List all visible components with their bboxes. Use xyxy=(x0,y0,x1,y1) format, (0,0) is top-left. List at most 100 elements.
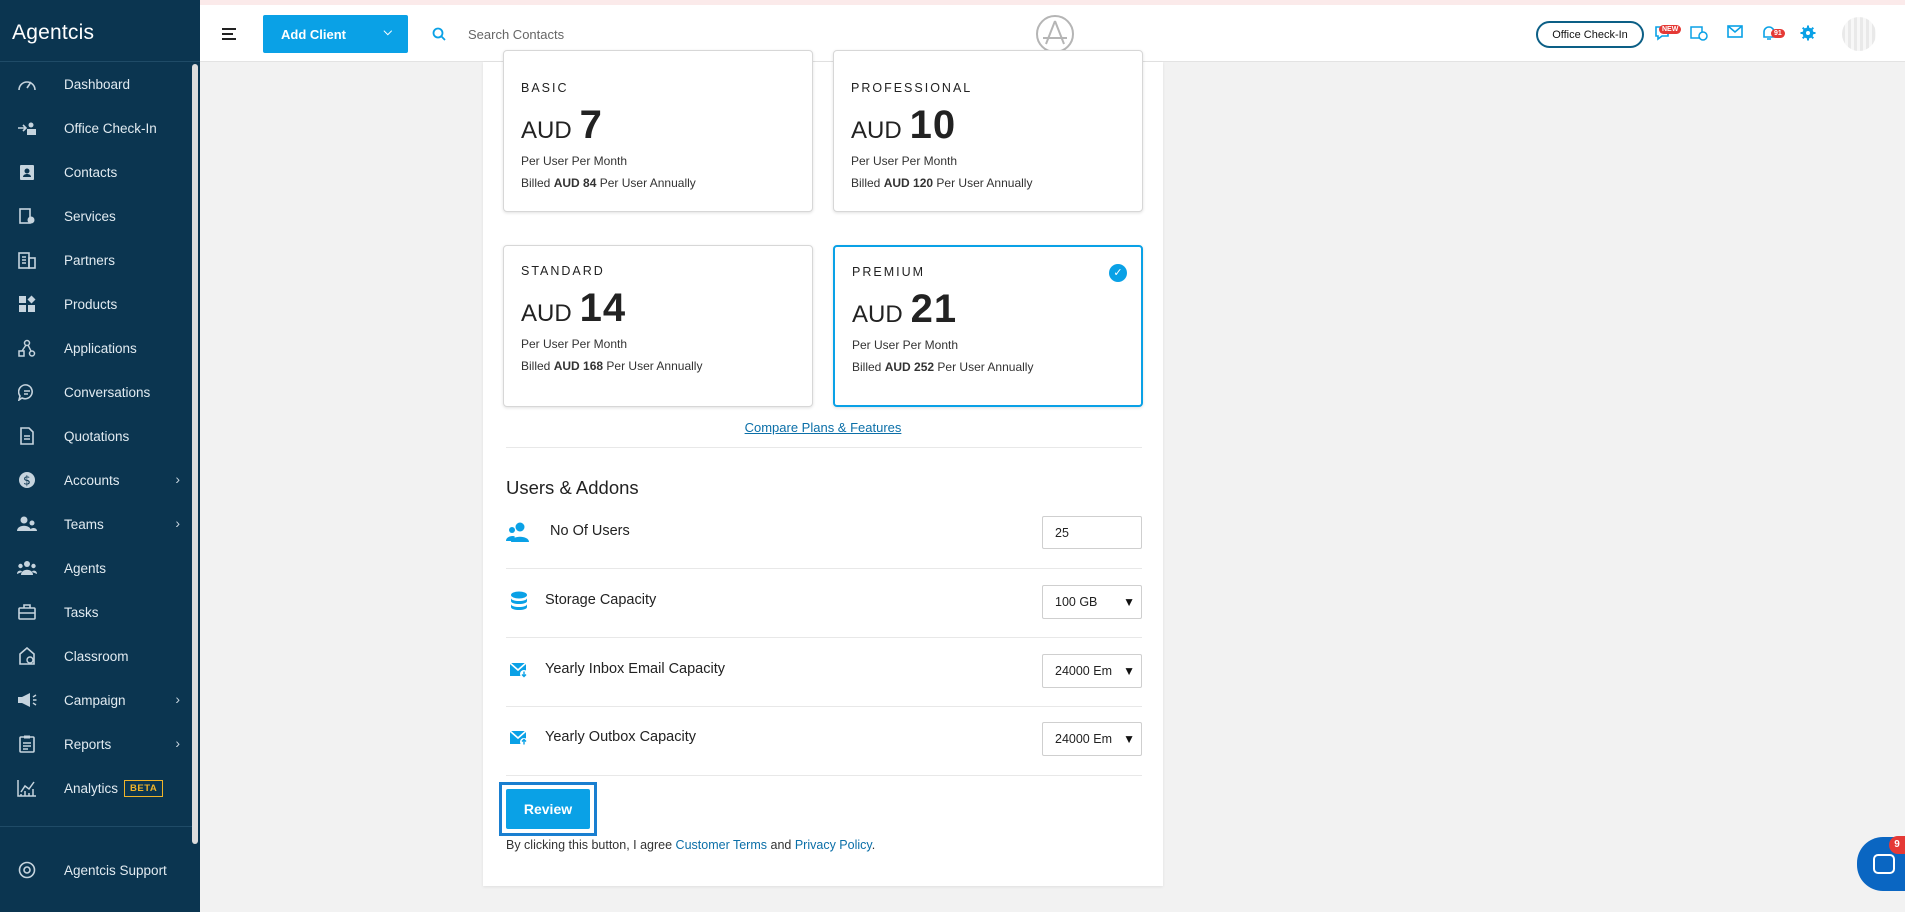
plan-name: BASIC xyxy=(521,81,569,95)
billed-suffix: Per User Annually xyxy=(599,176,696,190)
sidebar-item-label: Agents xyxy=(64,560,107,576)
chat-unread-badge: 9 xyxy=(1889,836,1905,854)
billed-prefix: Billed xyxy=(521,176,551,190)
tasks-icon xyxy=(16,601,38,623)
sidebar-item-agentcis-support[interactable]: Agentcis Support xyxy=(0,848,192,892)
sidebar-item-contacts[interactable]: Contacts xyxy=(0,150,192,194)
sidebar-item-label: Quotations xyxy=(64,428,130,444)
sidebar-item-agents[interactable]: Agents xyxy=(0,546,192,590)
sidebar-item-dashboard[interactable]: Dashboard xyxy=(0,62,192,106)
plan-per-user: Per User Per Month xyxy=(521,337,628,351)
mail-icon[interactable] xyxy=(1727,25,1743,43)
agents-icon xyxy=(16,557,38,579)
inbox-mail-icon xyxy=(506,658,532,682)
addon-label: Yearly Outbox Capacity xyxy=(545,729,696,745)
plan-billed: Billed AUD 168 Per User Annually xyxy=(521,359,795,373)
sidebar-scrollbar-thumb[interactable] xyxy=(192,64,198,844)
plan-price: AUD 7 xyxy=(521,103,795,148)
sidebar-item-applications[interactable]: Applications xyxy=(0,326,192,370)
divider xyxy=(506,637,1142,638)
plan-price: AUD 14 xyxy=(521,286,795,331)
user-avatar[interactable] xyxy=(1842,17,1876,51)
plan-currency: AUD xyxy=(521,117,572,144)
plan-per-user: Per User Per Month xyxy=(852,338,959,352)
chevron-right-icon: › xyxy=(175,515,180,531)
customer-terms-link[interactable]: Customer Terms xyxy=(676,838,767,852)
search-icon[interactable] xyxy=(432,27,446,46)
outbox-capacity-select[interactable]: 24000 Em ▼ xyxy=(1042,722,1142,756)
chevron-right-icon: › xyxy=(175,691,180,707)
users-count-input[interactable] xyxy=(1042,516,1142,549)
plan-card-basic[interactable]: BASIC AUD 7 Per User Per Month Billed AUD 84… xyxy=(503,50,813,212)
beta-badge: BETA xyxy=(124,779,164,797)
billed-amount: AUD 252 xyxy=(884,360,935,374)
sidebar-item-classroom[interactable]: Classroom xyxy=(0,634,192,678)
plan-name: STANDARD xyxy=(521,264,605,278)
task-check-icon[interactable] xyxy=(1690,25,1708,46)
analytics-icon xyxy=(16,777,38,799)
plan-card-premium[interactable]: PREMIUM AUD 21 Per User Per Month Billed AUD… xyxy=(833,245,1143,407)
plan-billed: Billed AUD 120 Per User Annually xyxy=(851,176,1125,190)
chevron-right-icon: › xyxy=(175,735,180,751)
billed-suffix: Per User Annually xyxy=(936,176,1033,190)
sidebar-support: Agentcis Support xyxy=(0,848,192,892)
divider xyxy=(506,447,1142,448)
terms-and: and xyxy=(770,838,792,852)
chevron-down-icon: ▼ xyxy=(1123,664,1135,678)
sidebar-item-label: Services xyxy=(64,208,116,224)
database-icon xyxy=(506,589,532,613)
search-input[interactable] xyxy=(468,21,768,47)
billed-amount: AUD 84 xyxy=(553,176,597,190)
inbox-capacity-select[interactable]: 24000 Em ▼ xyxy=(1042,654,1142,688)
plan-card-standard[interactable]: STANDARD AUD 14 Per User Per Month Billed AU… xyxy=(503,245,813,407)
plan-currency: AUD xyxy=(521,300,572,327)
sidebar-item-tasks[interactable]: Tasks xyxy=(0,590,192,634)
compare-plans-link[interactable]: Compare Plans & Features xyxy=(483,420,1163,435)
campaign-icon xyxy=(16,689,38,711)
sidebar-item-analytics[interactable]: Analytics BETA xyxy=(0,766,192,810)
sidebar-item-quotations[interactable]: Quotations xyxy=(0,414,192,458)
plan-currency: AUD xyxy=(851,117,902,144)
sidebar-item-partners[interactable]: Partners xyxy=(0,238,192,282)
chevron-down-icon: ▼ xyxy=(1123,732,1135,746)
menu-toggle-icon[interactable] xyxy=(222,28,236,43)
sidebar-item-label: Reports xyxy=(64,736,112,752)
divider xyxy=(506,775,1142,776)
sidebar-item-reports[interactable]: Reports › xyxy=(0,722,192,766)
add-client-button[interactable]: Add Client ⌵ xyxy=(263,15,408,53)
sidebar-item-teams[interactable]: Teams › xyxy=(0,502,192,546)
terms-prefix: By clicking this button, I agree xyxy=(506,838,673,852)
classroom-icon xyxy=(16,645,38,667)
sidebar-item-conversations[interactable]: Conversations xyxy=(0,370,192,414)
plan-currency: AUD xyxy=(852,301,903,328)
new-badge: NEW xyxy=(1659,25,1682,34)
divider xyxy=(506,568,1142,569)
privacy-policy-link[interactable]: Privacy Policy xyxy=(795,838,872,852)
users-icon xyxy=(506,520,532,544)
billed-amount: AUD 120 xyxy=(883,176,934,190)
sidebar-item-office-check-in[interactable]: Office Check-In xyxy=(0,106,192,150)
sidebar-item-campaign[interactable]: Campaign › xyxy=(0,678,192,722)
plan-card-professional[interactable]: PROFESSIONAL AUD 10 Per User Per Month Bille… xyxy=(833,50,1143,212)
plan-amount: 21 xyxy=(910,287,958,331)
company-logo-icon xyxy=(1036,15,1074,53)
sidebar-item-services[interactable]: Services xyxy=(0,194,192,238)
gear-icon[interactable] xyxy=(1800,25,1816,46)
plan-amount: 14 xyxy=(579,286,627,330)
addon-row-storage: Storage Capacity 100 GB ▼ xyxy=(506,571,1142,631)
sidebar-item-label: Campaign xyxy=(64,692,126,708)
services-icon xyxy=(16,205,38,227)
plan-per-user: Per User Per Month xyxy=(521,154,628,168)
app-logo[interactable]: Agentcis xyxy=(0,0,200,62)
terms-suffix: . xyxy=(871,838,876,852)
office-checkin-button[interactable]: Office Check-In xyxy=(1536,21,1644,48)
storage-capacity-select[interactable]: 100 GB ▼ xyxy=(1042,585,1142,619)
sidebar-item-products[interactable]: Products xyxy=(0,282,192,326)
sidebar-item-accounts[interactable]: $ Accounts › xyxy=(0,458,192,502)
chat-bubble-icon xyxy=(1873,854,1895,874)
sidebar-item-label: Analytics xyxy=(64,780,119,796)
sidebar-item-label: Classroom xyxy=(64,648,129,664)
addon-label: Yearly Inbox Email Capacity xyxy=(545,661,725,677)
review-button[interactable]: Review xyxy=(506,789,590,829)
teams-icon xyxy=(16,513,38,535)
